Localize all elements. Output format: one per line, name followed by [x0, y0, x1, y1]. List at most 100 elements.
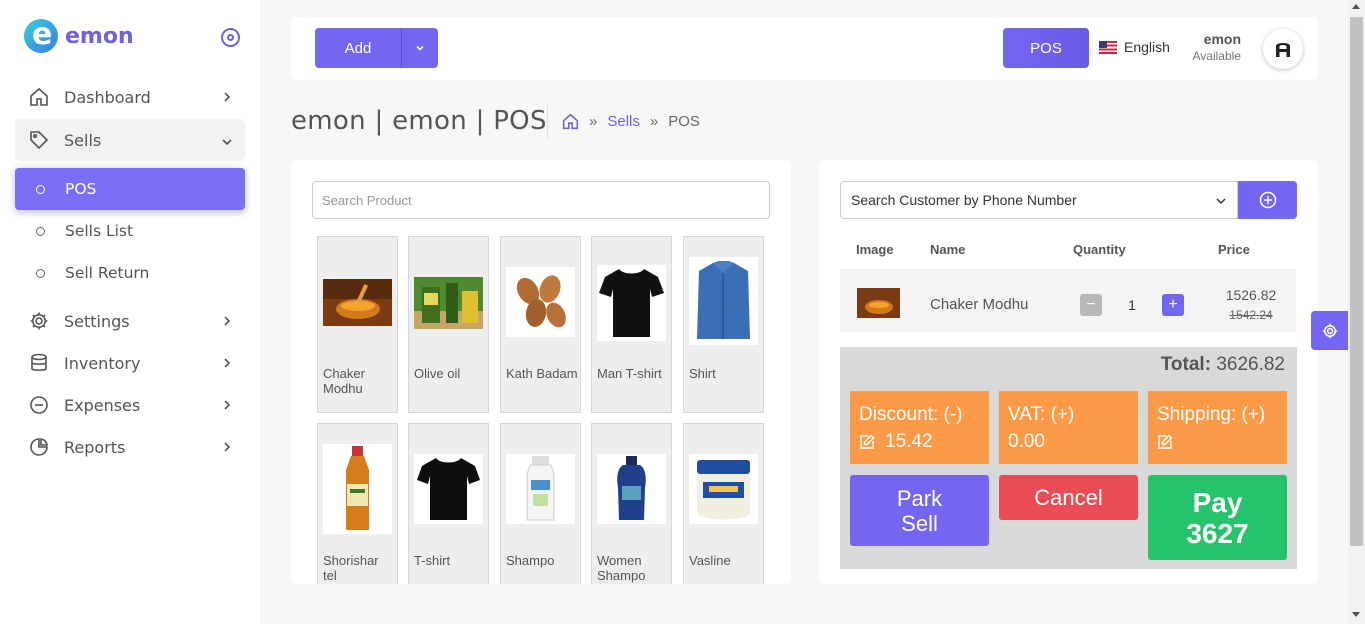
add-dropdown-button[interactable] — [401, 28, 438, 68]
product-name: Shirt — [689, 366, 716, 381]
avatar-logo-icon — [1276, 43, 1290, 57]
pie-chart-icon — [28, 436, 50, 458]
top-header: Add POS English emon Available — [291, 17, 1318, 80]
customer-search-select[interactable]: Search Customer by Phone Number — [840, 181, 1238, 219]
vaseline-product-image — [689, 454, 758, 524]
user-name[interactable]: emon — [1181, 31, 1241, 47]
scroll-thumb[interactable] — [1350, 17, 1363, 546]
cart-item-price: 1526.82 — [1225, 287, 1277, 303]
minus-circle-icon — [28, 394, 50, 416]
product-name: Man T-shirt — [597, 366, 662, 381]
database-icon — [28, 352, 50, 374]
chevron-right-icon — [224, 358, 231, 368]
chevron-down-icon — [1216, 198, 1226, 205]
sidebar-item-reports[interactable]: Reports — [15, 426, 245, 468]
breadcrumb-separator: » — [649, 113, 659, 130]
quantity-increase-button[interactable]: + — [1162, 294, 1184, 316]
product-card[interactable]: T-shirt — [408, 423, 489, 584]
product-card[interactable]: Shampo — [500, 423, 581, 584]
sidebar-subitem-sell-return[interactable]: Sell Return — [15, 252, 245, 294]
product-name: Kath Badam — [506, 366, 578, 381]
product-name: Vasline — [689, 553, 731, 568]
sidebar-subitem-label: Sells List — [65, 222, 134, 240]
mustard-oil-product-image — [323, 444, 392, 534]
women-shampoo-product-image — [597, 454, 666, 524]
add-button[interactable]: Add — [315, 28, 401, 68]
language-selector[interactable]: English — [1099, 39, 1170, 55]
sidebar-subitem-pos[interactable]: POS — [15, 168, 245, 210]
honey-product-image — [323, 279, 392, 326]
sidebar-item-dashboard[interactable]: Dashboard — [15, 76, 245, 118]
product-name: T-shirt — [414, 553, 451, 568]
title-divider — [547, 105, 548, 139]
shipping-label: Shipping: (+) — [1157, 404, 1266, 425]
scroll-up-arrow-icon[interactable] — [1352, 4, 1360, 9]
product-card[interactable]: Man T-shirt — [591, 236, 672, 413]
discount-value: 15.42 — [885, 431, 933, 452]
sidebar-subitem-label: Sell Return — [65, 264, 150, 282]
add-customer-button[interactable] — [1238, 181, 1297, 219]
sidebar-item-label: Expenses — [64, 395, 141, 415]
sidebar-item-expenses[interactable]: Expenses — [15, 384, 245, 426]
brand-logo[interactable]: emon — [24, 17, 134, 54]
chevron-right-icon — [224, 442, 231, 452]
edit-discount-icon[interactable] — [859, 434, 875, 450]
floating-settings-button[interactable] — [1311, 311, 1349, 350]
sidebar-subitem-sells-list[interactable]: Sells List — [15, 210, 245, 252]
home-icon — [28, 86, 50, 108]
column-header: Name — [930, 242, 966, 257]
chevron-right-icon — [224, 316, 231, 326]
total-label: Total: — [1160, 354, 1212, 375]
sidebar-subitem-label: POS — [65, 180, 97, 198]
scroll-down-arrow-icon[interactable] — [1352, 612, 1360, 617]
column-header: Quantity — [1073, 242, 1126, 257]
sidebar-item-sells[interactable]: Sells — [15, 119, 245, 161]
sidebar-item-inventory[interactable]: Inventory — [15, 342, 245, 384]
gear-icon — [1322, 323, 1338, 338]
sidebar-item-label: Dashboard — [64, 87, 151, 107]
order-summary: Total: 3626.82 Discount: (-) 15.42 VAT: … — [840, 347, 1297, 569]
tag-icon — [28, 129, 50, 151]
park-sell-button[interactable]: Park Sell — [850, 475, 989, 546]
chevron-right-icon — [224, 92, 231, 102]
vat-value: 0.00 — [1008, 431, 1045, 452]
tshirt-product-image — [414, 454, 483, 524]
product-name: Olive oil — [414, 366, 461, 381]
cancel-button[interactable]: Cancel — [999, 475, 1138, 520]
quantity-decrease-button[interactable]: − — [1080, 294, 1102, 316]
product-card[interactable]: Vasline — [683, 423, 764, 584]
sidebar-item-label: Inventory — [64, 353, 141, 373]
breadcrumb-sells[interactable]: Sells — [607, 113, 640, 130]
vat-label: VAT: (+) — [1008, 404, 1075, 425]
column-header: Image — [856, 242, 894, 257]
olive-oil-product-image — [414, 277, 483, 329]
total-value: 3626.82 — [1216, 354, 1285, 375]
product-name: Shorishar tel — [323, 553, 379, 583]
plus-circle-icon — [1259, 191, 1276, 209]
product-card[interactable]: Women Shampo — [591, 423, 672, 584]
quantity-value[interactable]: 1 — [1108, 294, 1156, 316]
shipping-box: Shipping: (+) — [1148, 391, 1287, 464]
product-card[interactable]: Shorishar tel — [317, 423, 398, 584]
product-card[interactable]: Kath Badam — [500, 236, 581, 413]
product-card[interactable]: Shirt — [683, 236, 764, 413]
search-product-input[interactable] — [312, 181, 770, 219]
language-label: English — [1124, 39, 1170, 55]
page-scrollbar[interactable] — [1348, 0, 1365, 624]
product-name: Chaker Modhu — [323, 366, 365, 396]
sidebar: emon Dashboard Sells POS Sells List Sell… — [0, 0, 260, 624]
product-card[interactable]: Olive oil — [408, 236, 489, 413]
avatar[interactable] — [1263, 29, 1303, 69]
sidebar-toggle-icon[interactable] — [221, 28, 240, 47]
edit-shipping-icon[interactable] — [1157, 434, 1173, 450]
pos-button[interactable]: POS — [1003, 28, 1089, 68]
home-icon[interactable] — [562, 113, 579, 130]
cart-panel: Search Customer by Phone Number Image Na… — [819, 160, 1318, 584]
sidebar-item-settings[interactable]: Settings — [15, 300, 245, 342]
breadcrumb-separator: » — [589, 113, 598, 130]
product-name: Women Shampo — [597, 553, 646, 583]
circle-icon — [36, 184, 45, 194]
pay-button[interactable]: Pay 3627 — [1148, 475, 1287, 560]
product-card[interactable]: Chaker Modhu — [317, 236, 398, 413]
us-flag-icon — [1099, 40, 1117, 54]
